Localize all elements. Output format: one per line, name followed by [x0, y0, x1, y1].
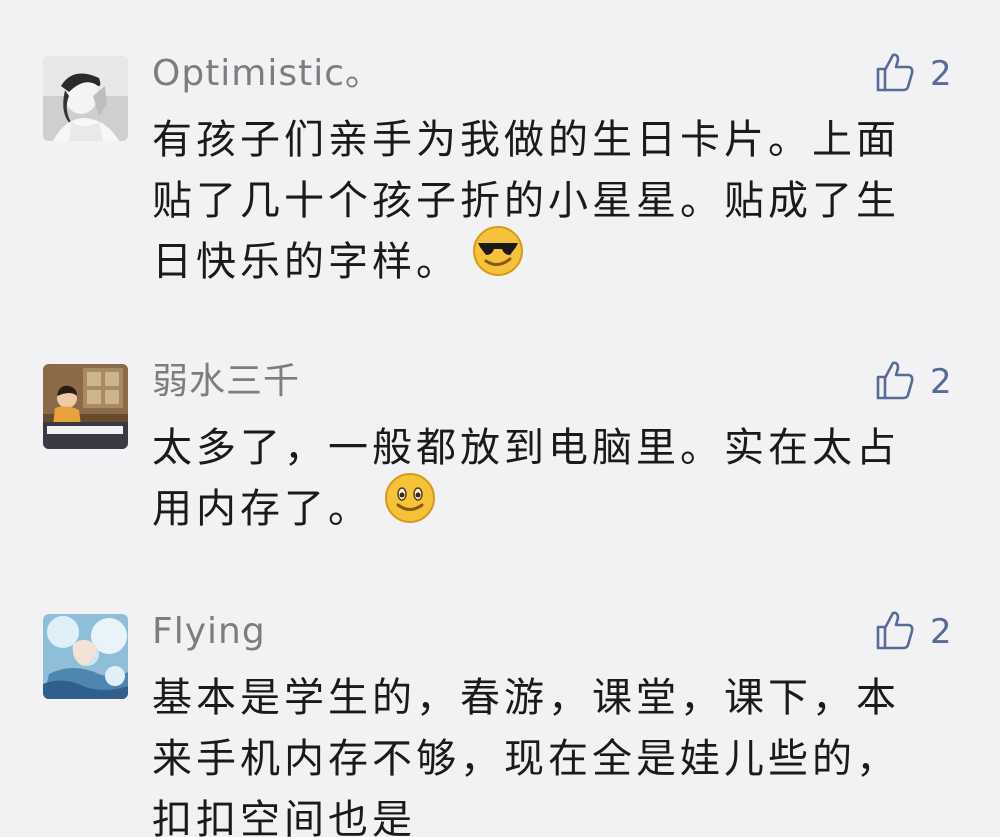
comment-author[interactable]: 弱水三千	[152, 360, 300, 404]
comment-item: Flying 2 基本是学生的，春游，课堂，课下，本来手机内存不够，现在全是娃儿…	[0, 580, 1000, 837]
comment-text-body: 太多了，一般都放到电脑里。实在太占用内存了。	[152, 425, 900, 532]
comment-text: 太多了，一般都放到电脑里。实在太占用内存了。	[152, 418, 942, 542]
comment-text-body: 有孩子们亲手为我做的生日卡片。上面贴了几十个孩子折的小星星。贴成了生日快乐的字样…	[152, 117, 900, 285]
like-button[interactable]: 2	[874, 610, 964, 654]
like-count: 2	[930, 612, 952, 652]
thumbs-up-icon	[874, 51, 916, 97]
like-button[interactable]: 2	[874, 360, 964, 404]
avatar[interactable]	[43, 56, 128, 141]
cool-sunglasses-emoji	[472, 225, 524, 295]
avatar[interactable]	[43, 364, 128, 449]
smile-emoji	[384, 472, 436, 542]
like-count: 2	[930, 362, 952, 402]
comment-author[interactable]: Flying	[152, 610, 266, 654]
thumbs-up-icon	[874, 609, 916, 655]
comment-text: 有孩子们亲手为我做的生日卡片。上面贴了几十个孩子折的小星星。贴成了生日快乐的字样…	[152, 110, 942, 295]
thumbs-up-icon	[874, 359, 916, 405]
comment-text: 基本是学生的，春游，课堂，课下，本来手机内存不够，现在全是娃儿些的，扣扣空间也是	[152, 668, 942, 837]
comment-item: 弱水三千 2 太多了，一般都放到电脑里。实在太占用内存了。	[0, 330, 1000, 600]
comment-author[interactable]: Optimistic。	[152, 52, 382, 96]
comment-text-body: 基本是学生的，春游，课堂，课下，本来手机内存不够，现在全是娃儿些的，扣扣空间也是	[152, 675, 900, 837]
avatar[interactable]	[43, 614, 128, 699]
like-count: 2	[930, 54, 952, 94]
comment-item: Optimistic。 2 有孩子们亲手为我做的生日卡片。上面贴了几十个孩子折的…	[0, 0, 1000, 330]
like-button[interactable]: 2	[874, 52, 964, 96]
